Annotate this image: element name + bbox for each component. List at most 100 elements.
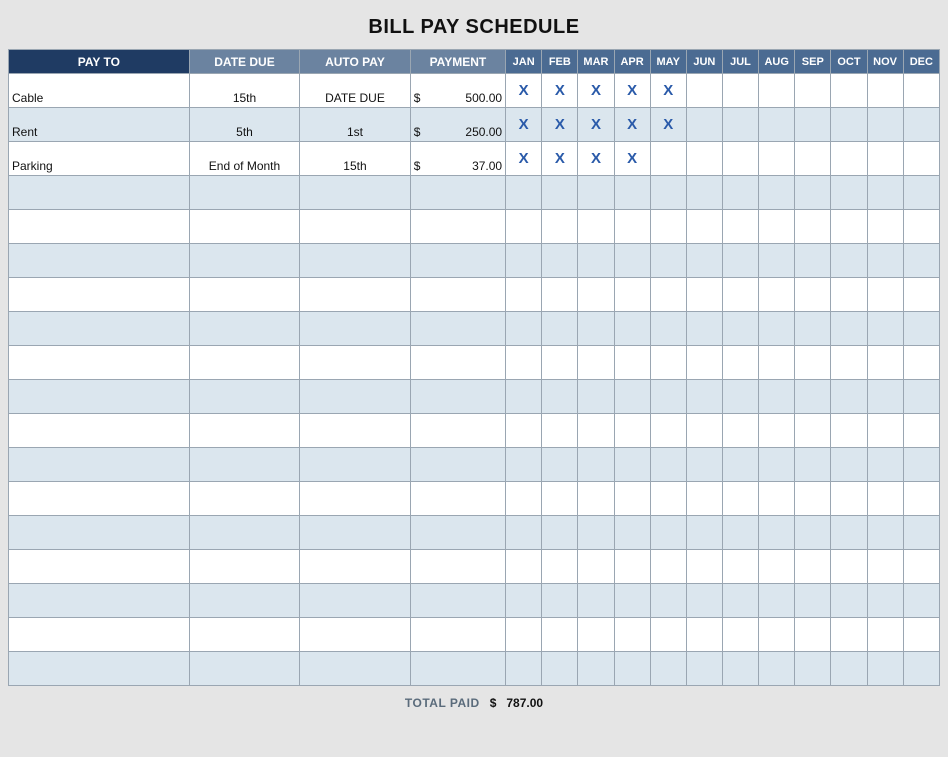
cell-month[interactable] — [722, 516, 758, 550]
cell-month[interactable] — [795, 346, 831, 380]
cell-autopay[interactable]: DATE DUE — [300, 74, 410, 108]
cell-month[interactable] — [722, 312, 758, 346]
cell-autopay[interactable]: 1st — [300, 108, 410, 142]
cell-month[interactable] — [795, 618, 831, 652]
cell-month[interactable] — [650, 142, 686, 176]
cell-month[interactable] — [722, 74, 758, 108]
cell-month[interactable] — [722, 142, 758, 176]
cell-payto[interactable] — [9, 380, 190, 414]
cell-payment[interactable]: $250.00 — [410, 108, 505, 142]
cell-datedue[interactable] — [189, 346, 299, 380]
cell-month[interactable] — [650, 244, 686, 278]
cell-payto[interactable] — [9, 652, 190, 686]
cell-month[interactable] — [795, 448, 831, 482]
cell-month[interactable] — [650, 210, 686, 244]
cell-payto[interactable] — [9, 176, 190, 210]
cell-month[interactable] — [686, 618, 722, 652]
cell-month[interactable] — [650, 414, 686, 448]
cell-month[interactable] — [686, 380, 722, 414]
cell-payto[interactable] — [9, 210, 190, 244]
cell-month[interactable]: X — [614, 74, 650, 108]
cell-month[interactable] — [759, 108, 795, 142]
cell-datedue[interactable] — [189, 618, 299, 652]
cell-month[interactable] — [614, 346, 650, 380]
cell-payment[interactable] — [410, 176, 505, 210]
cell-month[interactable] — [903, 74, 939, 108]
cell-month[interactable] — [614, 210, 650, 244]
cell-month[interactable] — [867, 516, 903, 550]
cell-month[interactable]: X — [650, 108, 686, 142]
cell-month[interactable] — [506, 278, 542, 312]
cell-month[interactable] — [542, 584, 578, 618]
cell-month[interactable] — [722, 482, 758, 516]
cell-month[interactable] — [542, 516, 578, 550]
cell-datedue[interactable] — [189, 516, 299, 550]
cell-month[interactable] — [614, 618, 650, 652]
cell-month[interactable] — [686, 448, 722, 482]
cell-month[interactable] — [722, 210, 758, 244]
cell-month[interactable] — [650, 584, 686, 618]
cell-month[interactable] — [867, 652, 903, 686]
cell-month[interactable] — [650, 176, 686, 210]
cell-month[interactable] — [650, 312, 686, 346]
cell-autopay[interactable] — [300, 448, 410, 482]
cell-month[interactable] — [578, 584, 614, 618]
cell-month[interactable] — [759, 550, 795, 584]
cell-month[interactable] — [867, 482, 903, 516]
cell-month[interactable] — [903, 142, 939, 176]
cell-payment[interactable] — [410, 346, 505, 380]
cell-month[interactable] — [867, 584, 903, 618]
cell-month[interactable] — [903, 584, 939, 618]
cell-month[interactable] — [614, 652, 650, 686]
cell-month[interactable] — [542, 448, 578, 482]
cell-datedue[interactable] — [189, 652, 299, 686]
cell-month[interactable] — [542, 550, 578, 584]
cell-month[interactable] — [614, 482, 650, 516]
cell-month[interactable] — [650, 550, 686, 584]
cell-month[interactable] — [867, 210, 903, 244]
cell-month[interactable] — [795, 414, 831, 448]
cell-month[interactable] — [686, 74, 722, 108]
cell-month[interactable] — [650, 346, 686, 380]
cell-month[interactable] — [867, 244, 903, 278]
cell-month[interactable] — [722, 244, 758, 278]
cell-month[interactable] — [867, 448, 903, 482]
cell-month[interactable] — [722, 278, 758, 312]
cell-month[interactable] — [542, 278, 578, 312]
cell-month[interactable] — [614, 244, 650, 278]
cell-month[interactable] — [831, 414, 867, 448]
cell-month[interactable] — [506, 652, 542, 686]
cell-month[interactable] — [578, 482, 614, 516]
cell-month[interactable] — [831, 142, 867, 176]
cell-month[interactable] — [686, 346, 722, 380]
cell-month[interactable] — [795, 142, 831, 176]
cell-month[interactable]: X — [614, 142, 650, 176]
cell-month[interactable] — [542, 346, 578, 380]
cell-month[interactable] — [650, 448, 686, 482]
cell-payment[interactable] — [410, 244, 505, 278]
cell-month[interactable] — [506, 346, 542, 380]
cell-month[interactable] — [759, 176, 795, 210]
cell-month[interactable]: X — [650, 74, 686, 108]
cell-month[interactable] — [578, 380, 614, 414]
cell-month[interactable] — [795, 584, 831, 618]
cell-month[interactable] — [867, 414, 903, 448]
cell-month[interactable] — [578, 618, 614, 652]
cell-month[interactable] — [795, 482, 831, 516]
cell-payment[interactable] — [410, 618, 505, 652]
cell-payto[interactable] — [9, 618, 190, 652]
cell-datedue[interactable] — [189, 550, 299, 584]
cell-payto[interactable]: Parking — [9, 142, 190, 176]
cell-payment[interactable] — [410, 550, 505, 584]
cell-month[interactable] — [795, 278, 831, 312]
cell-month[interactable]: X — [542, 108, 578, 142]
cell-month[interactable] — [722, 414, 758, 448]
cell-month[interactable] — [831, 346, 867, 380]
cell-month[interactable] — [506, 414, 542, 448]
cell-month[interactable] — [722, 346, 758, 380]
cell-datedue[interactable]: 5th — [189, 108, 299, 142]
cell-month[interactable] — [578, 244, 614, 278]
cell-month[interactable] — [903, 482, 939, 516]
cell-month[interactable]: X — [542, 74, 578, 108]
cell-payto[interactable] — [9, 584, 190, 618]
